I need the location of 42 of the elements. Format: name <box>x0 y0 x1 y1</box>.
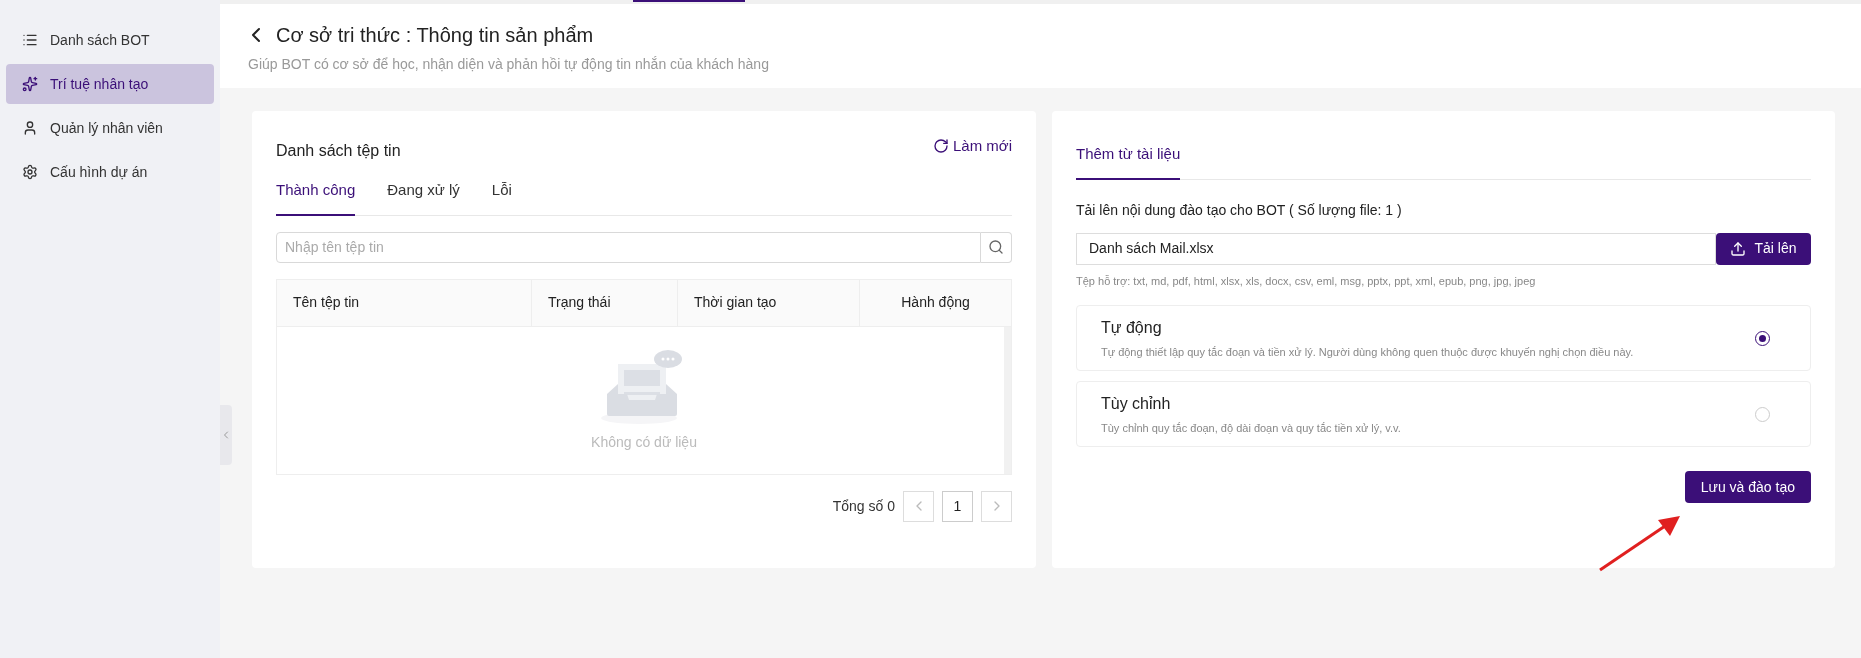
refresh-button[interactable]: Làm mới <box>933 135 1012 158</box>
empty-text: Không có dữ liệu <box>591 432 697 452</box>
page-subtitle: Giúp BOT có cơ sở để học, nhận diện và phản hồi tự động tin nhắn của khách hàng <box>248 55 770 74</box>
page-button[interactable]: 1 <box>942 490 973 522</box>
sparkle-icon <box>22 76 38 92</box>
column-header: Tên tệp tin <box>292 293 361 312</box>
save-and-train-button[interactable]: Lưu và đào tạo <box>1684 471 1811 503</box>
option-title: Tự động <box>1101 317 1163 338</box>
collapse-button[interactable] <box>220 405 232 465</box>
option-description: Tùy chỉnh quy tắc đoạn, độ dài đoạn và quy tắc tiền xử lý, v.v. <box>1101 420 1402 436</box>
option-title: Tùy chỉnh <box>1101 393 1172 414</box>
option-card[interactable]: Tự động Tự động thiết lập quy tắc đoạn và tiền xử lý. Người dùng không quen thuộc được khuyến nghị chọn điều này. <box>1076 305 1811 371</box>
file-name-field[interactable]: Danh sách Mail.xlsx <box>1076 232 1716 265</box>
tab[interactable]: Thành công <box>276 179 356 216</box>
card-title: Danh sách tệp tin <box>276 141 401 161</box>
upload-icon <box>1730 240 1747 257</box>
list-icon <box>22 32 38 48</box>
column-header: Hành động <box>859 279 1011 326</box>
sidebar-item[interactable]: Trí tuệ nhân tạo <box>6 64 214 104</box>
tab[interactable]: Đang xử lý <box>387 179 460 216</box>
sidebar-item[interactable]: Danh sách BOT <box>6 20 214 60</box>
search-icon <box>988 239 1004 255</box>
option-card[interactable]: Tùy chỉnh Tùy chỉnh quy tắc đoạn, độ dài đoạn và quy tắc tiền xử lý, v.v. <box>1076 381 1811 447</box>
total-count: Tổng số 0 <box>832 496 895 516</box>
option-description: Tự động thiết lập quy tắc đoạn và tiền xử lý. Người dùng không quen thuộc được khuyến nghị chọn điều này. <box>1101 344 1635 360</box>
sidebar-item[interactable]: Cấu hình dự án <box>6 152 214 192</box>
upload-button[interactable]: Tải lên <box>1716 232 1811 265</box>
supported-files-hint: Tệp hỗ trợ: txt, md, pdf, html, xlsx, xls, docx, csv, eml, msg, pptx, ppt, xml, epub, png, jpg, jpeg <box>1076 273 1537 289</box>
previous-page-button[interactable] <box>903 490 934 522</box>
settings-icon <box>22 164 38 180</box>
page-title: Cơ sở tri thức : Thông tin sản phẩm <box>276 23 594 48</box>
sidebar-item[interactable]: Quản lý nhân viên <box>6 108 214 148</box>
search-field[interactable]: Nhập tên tệp tin <box>276 231 981 263</box>
tab[interactable]: Thêm từ tài liệu <box>1076 143 1181 180</box>
next-page-button[interactable] <box>981 490 1012 522</box>
column-header: Thời gian tạo <box>677 279 859 326</box>
search-button[interactable] <box>981 231 1012 263</box>
tab[interactable]: Lỗi <box>491 179 512 216</box>
column-header: Trạng thái <box>531 279 677 326</box>
refresh-icon <box>933 138 949 155</box>
user-icon <box>22 120 38 136</box>
upload-label: Tải lên nội dung đào tạo cho BOT ( Số lượng file: 1 ) <box>1076 200 1403 220</box>
